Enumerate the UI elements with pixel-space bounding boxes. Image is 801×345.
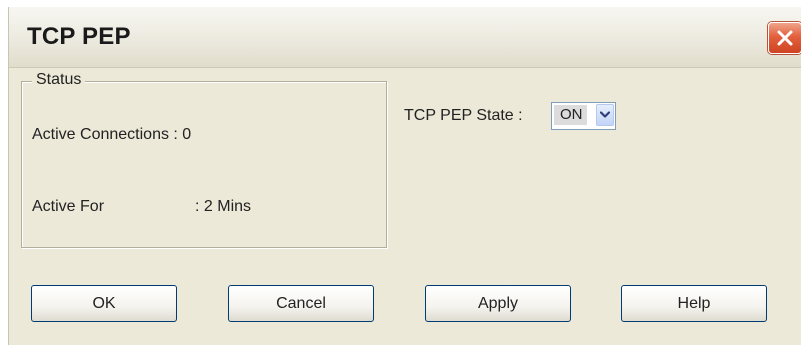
chevron-down-icon bbox=[600, 111, 610, 118]
active-for-label: Active For bbox=[32, 198, 105, 215]
dropdown-arrow-button[interactable] bbox=[596, 104, 614, 126]
help-button[interactable]: Help bbox=[621, 285, 767, 322]
window-title: TCP PEP bbox=[27, 23, 131, 50]
status-group: Status Active Connections : 0 Active For… bbox=[21, 71, 387, 248]
close-icon bbox=[777, 30, 793, 46]
status-group-label: Status bbox=[32, 71, 86, 89]
active-connections-label: Active Connections : 0 bbox=[32, 126, 192, 143]
tcp-pep-state-value: ON bbox=[554, 105, 587, 125]
tcp-pep-state-select[interactable]: ON bbox=[551, 102, 616, 130]
ok-button[interactable]: OK bbox=[31, 285, 177, 322]
title-bar: TCP PEP bbox=[9, 7, 801, 68]
active-for-value: : 2 Mins bbox=[195, 198, 252, 215]
apply-button[interactable]: Apply bbox=[425, 285, 571, 322]
close-button[interactable] bbox=[768, 22, 801, 54]
cancel-button[interactable]: Cancel bbox=[228, 285, 374, 322]
tcp-pep-state-label: TCP PEP State : bbox=[404, 107, 523, 124]
tcp-pep-dialog: TCP PEP Status Active Connections : 0 Ac… bbox=[8, 7, 801, 345]
